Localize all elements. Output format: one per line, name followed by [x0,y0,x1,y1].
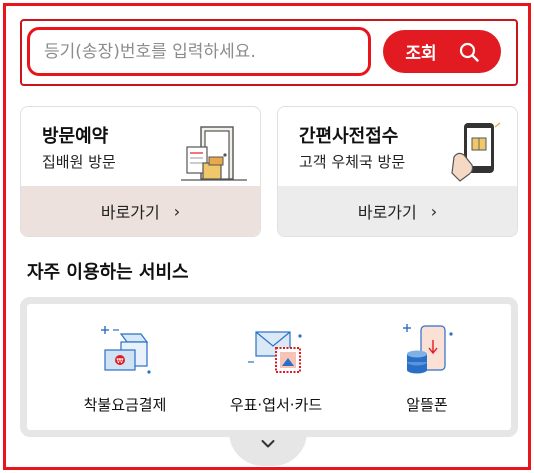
visit-reservation-go-button[interactable]: 바로가기 › [21,186,260,236]
service-label: 착불요금결제 [83,396,167,414]
tracking-input-wrapper [27,27,371,76]
search-icon [459,42,479,62]
phone-parcel-icon [451,122,501,182]
card-title: 방문예약 [42,126,109,147]
package-payment-icon: ₩ [101,326,151,374]
lookup-button[interactable]: 조회 [383,30,501,73]
service-budget-phone[interactable]: 알뜰폰 [352,320,502,420]
service-stamps-postcards[interactable]: 우표·엽서·카드 [201,320,351,420]
service-cod-payment[interactable]: ₩ 착불요금결제 [50,320,200,420]
go-label: 바로가기 [357,203,417,222]
card-title: 간편사전접수 [299,126,399,147]
go-label: 바로가기 [100,203,160,222]
card-subtitle: 집배원 방문 [42,153,116,171]
lookup-button-label: 조회 [405,44,437,64]
frequent-services-panel: ₩ 착불요금결제 우표·엽서·카드 알뜰폰 [20,297,518,437]
chevron-down-icon [261,440,275,448]
simple-pre-registration-card[interactable]: 간편사전접수 고객 우체국 방문 바로가기 › [277,106,518,237]
service-label: 알뜰폰 [406,396,448,414]
stamp-postcard-icon [248,331,302,373]
service-label: 우표·엽서·카드 [229,396,323,414]
tracking-number-input[interactable] [44,41,368,62]
chevron-right-icon: › [430,201,438,221]
svg-text:₩: ₩ [117,357,124,365]
chevron-right-icon: › [173,201,181,221]
simple-pre-registration-go-button[interactable]: 바로가기 › [278,186,517,236]
phone-coins-icon [403,324,453,374]
visit-reservation-card[interactable]: 방문예약 집배원 방문 바로가기 › [20,106,261,237]
card-subtitle: 고객 우체국 방문 [299,153,406,171]
frequent-services-title: 자주 이용하는 서비스 [27,262,189,283]
door-delivery-icon [181,126,247,181]
